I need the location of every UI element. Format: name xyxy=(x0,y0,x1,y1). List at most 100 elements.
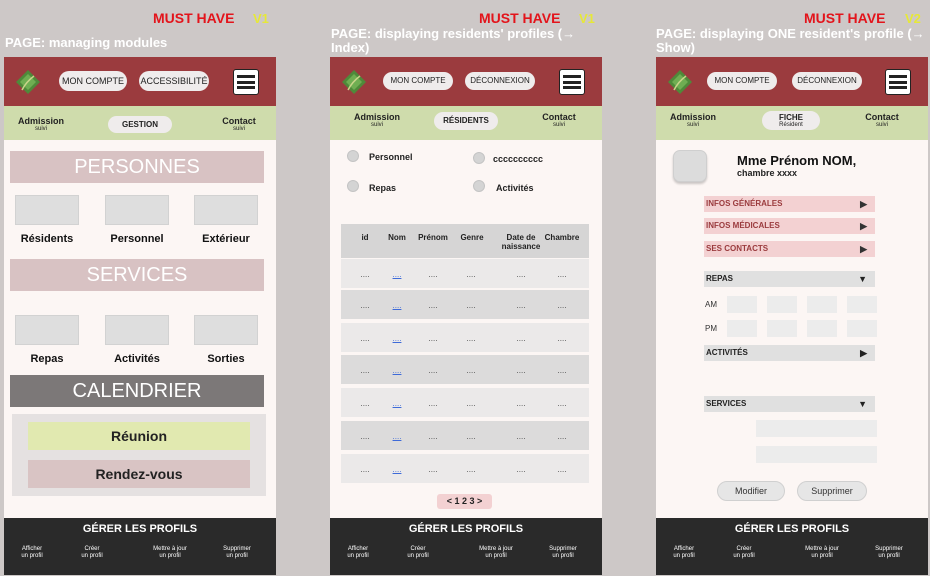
personnes-bar[interactable]: PERSONNES xyxy=(10,151,264,183)
version-label: V2 xyxy=(905,11,921,26)
filter-activites-radio[interactable] xyxy=(473,180,485,192)
table-cell: .... xyxy=(360,334,370,343)
nav-admission[interactable]: Admission suivi xyxy=(352,113,402,129)
repas-pm-slot-2[interactable] xyxy=(767,320,797,337)
must-have-label: MUST HAVE xyxy=(153,10,235,26)
personnel-tile[interactable] xyxy=(105,195,169,225)
exterieur-tile[interactable] xyxy=(194,195,258,225)
nom-link[interactable]: .... xyxy=(382,366,412,375)
repas-am-slot-3[interactable] xyxy=(807,296,837,313)
leaf-logo-icon[interactable] xyxy=(14,68,42,96)
services-bar[interactable]: SERVICES xyxy=(10,259,264,291)
reunion-button[interactable]: Réunion xyxy=(28,422,250,450)
repas-pm-slot-3[interactable] xyxy=(807,320,837,337)
nom-link[interactable]: .... xyxy=(382,432,412,441)
rendez-vous-button[interactable]: Rendez-vous xyxy=(28,460,250,488)
table-row[interactable]: ........................ xyxy=(341,355,589,384)
filter-personnel-radio[interactable] xyxy=(347,150,359,162)
section-services[interactable]: SERVICES ▼ xyxy=(704,396,875,412)
version-label: V1 xyxy=(579,11,595,26)
nav-fiche-tab[interactable]: FICHE Résident xyxy=(762,111,820,130)
calendrier-bar[interactable]: CALENDRIER xyxy=(10,375,264,407)
nav-contact[interactable]: Contact suivi xyxy=(857,113,907,129)
hamburger-menu-icon[interactable] xyxy=(233,69,259,95)
footer-delete-profile[interactable]: Supprimer un profil xyxy=(541,546,585,560)
nav-admission[interactable]: Admission suivi xyxy=(668,113,718,129)
section-repas[interactable]: REPAS ▼ xyxy=(704,271,875,287)
nav-contact[interactable]: Contact suivi xyxy=(214,117,264,133)
avatar xyxy=(673,150,707,182)
nom-link[interactable]: .... xyxy=(382,334,412,343)
modify-button[interactable]: Modifier xyxy=(717,481,785,501)
table-cell: .... xyxy=(360,432,370,441)
col-prenom[interactable]: Prénom xyxy=(416,233,450,242)
residents-label: Résidents xyxy=(20,233,74,245)
table-row[interactable]: ........................ xyxy=(341,454,589,483)
my-account-button[interactable]: MON COMPTE xyxy=(383,72,453,90)
repas-am-slot-2[interactable] xyxy=(767,296,797,313)
section-activites[interactable]: ACTIVITÉS ▶ xyxy=(704,345,875,361)
table-row[interactable]: ........................ xyxy=(341,388,589,417)
footer-manage-profiles: GÉRER LES PROFILS Afficher un profil Crée… xyxy=(4,518,276,575)
hamburger-menu-icon[interactable] xyxy=(885,69,911,95)
nom-link[interactable]: .... xyxy=(382,270,412,279)
col-chambre[interactable]: Chambre xyxy=(542,233,582,242)
footer-show-profile[interactable]: Afficher un profil xyxy=(664,546,704,560)
nav-contact[interactable]: Contact suivi xyxy=(534,113,584,129)
leaf-logo-icon[interactable] xyxy=(666,68,694,96)
pagination[interactable]: < 1 2 3 > xyxy=(437,494,492,509)
my-account-button[interactable]: MON COMPTE xyxy=(59,71,127,91)
delete-button[interactable]: Supprimer xyxy=(797,481,867,501)
footer-delete-profile[interactable]: Supprimer un profil xyxy=(867,546,911,560)
table-row[interactable]: ........................ xyxy=(341,259,589,288)
nav-gestion-tab[interactable]: GESTION xyxy=(108,116,172,133)
footer-create-profile[interactable]: Créer un profil xyxy=(72,546,112,560)
col-nom[interactable]: Nom xyxy=(382,233,412,242)
section-ses-contacts[interactable]: SES CONTACTS ▶ xyxy=(704,241,875,257)
table-row[interactable]: ........................ xyxy=(341,290,589,319)
table-row[interactable]: ........................ xyxy=(341,323,589,352)
filter-c-radio[interactable] xyxy=(473,152,485,164)
col-id[interactable]: id xyxy=(350,233,380,242)
hamburger-menu-icon[interactable] xyxy=(559,69,585,95)
logout-button[interactable]: DÉCONNEXION xyxy=(465,72,535,90)
table-row[interactable]: ........................ xyxy=(341,421,589,450)
residents-tile[interactable] xyxy=(15,195,79,225)
activites-tile[interactable] xyxy=(105,315,169,345)
table-cell: .... xyxy=(466,465,476,474)
nom-link[interactable]: .... xyxy=(382,399,412,408)
section-infos-medicales[interactable]: INFOS MÉDICALES ▶ xyxy=(704,218,875,234)
nom-link[interactable]: .... xyxy=(382,465,412,474)
repas-tile[interactable] xyxy=(15,315,79,345)
repas-pm-slot-4[interactable] xyxy=(847,320,877,337)
footer-create-profile[interactable]: Créer un profil xyxy=(724,546,764,560)
footer-show-profile[interactable]: Afficher un profil xyxy=(338,546,378,560)
repas-pm-slot-1[interactable] xyxy=(727,320,757,337)
footer-update-profile[interactable]: Mettre à jour un profil xyxy=(142,546,198,560)
repas-am-slot-1[interactable] xyxy=(727,296,757,313)
nom-link[interactable]: .... xyxy=(382,301,412,310)
footer-show-profile[interactable]: Afficher un profil xyxy=(12,546,52,560)
logout-button[interactable]: DÉCONNEXION xyxy=(792,72,862,90)
service-slot-2[interactable] xyxy=(756,446,877,463)
col-genre[interactable]: Genre xyxy=(456,233,488,242)
leaf-logo-icon[interactable] xyxy=(340,68,368,96)
nav-admission[interactable]: Admission suivi xyxy=(16,117,66,133)
filter-repas-radio[interactable] xyxy=(347,180,359,192)
footer-create-profile[interactable]: Créer un profil xyxy=(398,546,438,560)
table-cell: .... xyxy=(557,301,567,310)
sorties-tile[interactable] xyxy=(194,315,258,345)
service-slot-1[interactable] xyxy=(756,420,877,437)
repas-am-slot-4[interactable] xyxy=(847,296,877,313)
my-account-button[interactable]: MON COMPTE xyxy=(707,72,777,90)
nav-residents-tab[interactable]: RÉSIDENTS xyxy=(434,112,498,130)
footer-update-profile[interactable]: Mettre à jour un profil xyxy=(794,546,850,560)
section-infos-generales[interactable]: INFOS GÉNÉRALES ▶ xyxy=(704,196,875,212)
table-cell: .... xyxy=(360,301,370,310)
phone-frame-residents-index: MON COMPTE DÉCONNEXION Admission suivi RÉ… xyxy=(330,57,602,575)
footer-delete-profile[interactable]: Supprimer un profil xyxy=(215,546,259,560)
col-date-naissance[interactable]: Date de naissance xyxy=(498,233,544,251)
repas-label: Repas xyxy=(30,353,64,365)
footer-update-profile[interactable]: Mettre à jour un profil xyxy=(468,546,524,560)
accessibility-button[interactable]: ACCESSIBILITÉ xyxy=(139,71,209,91)
